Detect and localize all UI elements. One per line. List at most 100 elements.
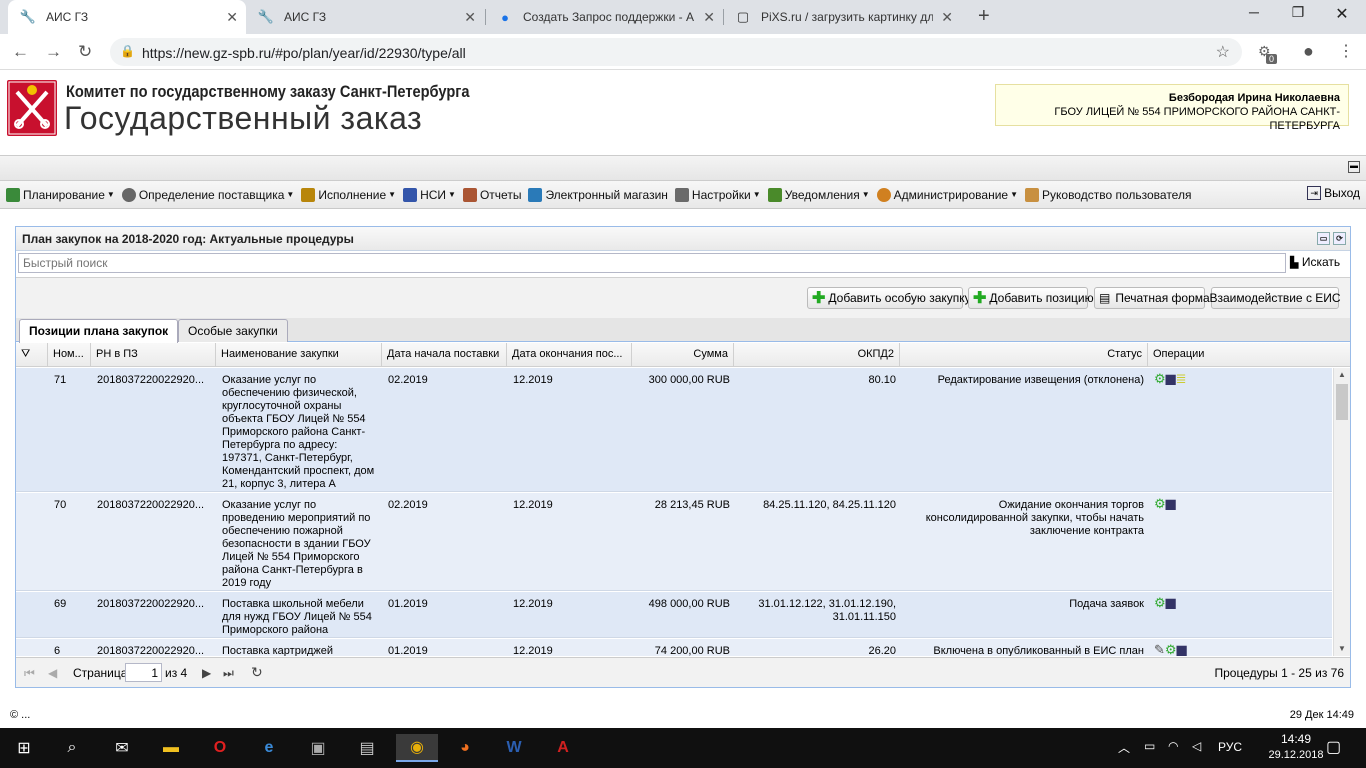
menu-notifications[interactable]: Уведомления ▼ bbox=[767, 187, 870, 202]
mail-icon[interactable]: ✉ bbox=[108, 734, 136, 762]
menu-manual[interactable]: Руководство пользователя bbox=[1025, 187, 1191, 202]
column-header-start[interactable]: Дата начала поставки bbox=[382, 343, 507, 367]
menu-admin[interactable]: Администрирование ▼ bbox=[876, 187, 1018, 202]
close-icon[interactable]: ✕ bbox=[941, 9, 953, 26]
last-page-icon[interactable]: ⏭ bbox=[223, 666, 234, 681]
forward-arrow-icon[interactable]: → bbox=[45, 42, 62, 62]
floppy-icon[interactable]: ▤ bbox=[353, 734, 381, 762]
prev-page-icon[interactable]: ◀ bbox=[48, 666, 57, 680]
url-text[interactable]: https://new.gz-spb.ru/#po/plan/year/id/2… bbox=[142, 45, 466, 61]
menu-reports[interactable]: Отчеты bbox=[462, 187, 521, 202]
word-icon[interactable]: W bbox=[500, 734, 528, 762]
pencil-icon[interactable]: ✎ bbox=[1154, 643, 1165, 656]
menu-execution[interactable]: Исполнение ▼ bbox=[301, 187, 396, 202]
search-icon[interactable]: ⌕ bbox=[58, 734, 86, 762]
account-icon[interactable]: ● bbox=[1303, 41, 1314, 62]
firefox-icon[interactable]: ◕ bbox=[451, 734, 479, 762]
cell-name: Поставка картриджей bbox=[222, 645, 334, 656]
gear-action-icon[interactable]: ⚙ bbox=[1154, 497, 1166, 510]
notifications-icon[interactable]: ▢ bbox=[1326, 737, 1341, 757]
back-arrow-icon[interactable]: ← bbox=[12, 42, 29, 62]
menu-eshop[interactable]: Электронный магазин bbox=[528, 187, 668, 202]
table-row[interactable]: 70 2018037220022920... Оказание услуг по… bbox=[16, 493, 1332, 591]
column-header-okpd[interactable]: ОКПД2 bbox=[734, 343, 900, 367]
omnibox[interactable]: 🔒 https://new.gz-spb.ru/#po/plan/year/id… bbox=[110, 38, 1242, 66]
maximize-panel-icon[interactable]: ▭ bbox=[1317, 232, 1330, 245]
close-icon[interactable]: ✕ bbox=[226, 9, 238, 26]
menu-planning[interactable]: Планирование ▼ bbox=[6, 187, 115, 202]
next-page-icon[interactable]: ▶ bbox=[202, 666, 211, 680]
chart-icon[interactable]: ▆ bbox=[1166, 372, 1176, 385]
star-icon[interactable]: ☆ bbox=[1216, 42, 1230, 62]
grid-scrollbar[interactable]: ▲ ▼ bbox=[1333, 368, 1350, 656]
chart-icon[interactable]: ▆ bbox=[1166, 596, 1176, 609]
pdf-icon[interactable]: A bbox=[549, 734, 577, 762]
chart-icon[interactable]: ▆ bbox=[1177, 643, 1187, 656]
gear-action-icon[interactable]: ⚙ bbox=[1154, 372, 1166, 385]
menu-settings[interactable]: Настройки ▼ bbox=[674, 187, 761, 202]
browser-tab-1[interactable]: 🔧 АИС ГЗ ✕ bbox=[8, 0, 246, 34]
notes-icon[interactable]: ≣ bbox=[1176, 372, 1187, 385]
close-icon[interactable]: ✕ bbox=[703, 9, 715, 26]
gear-action-icon[interactable]: ⚙ bbox=[1154, 596, 1166, 609]
gear-action-icon[interactable]: ⚙ bbox=[1165, 643, 1177, 656]
scroll-down-icon[interactable]: ▼ bbox=[1338, 644, 1346, 653]
refresh-panel-icon[interactable]: ⟳ bbox=[1333, 232, 1346, 245]
exit-button[interactable]: ⇥ Выход bbox=[1307, 186, 1360, 200]
windows-start-icon[interactable]: ⊞ bbox=[10, 734, 38, 762]
volume-icon[interactable]: ◁ bbox=[1192, 739, 1201, 753]
language-indicator[interactable]: РУС bbox=[1218, 740, 1242, 754]
computer-icon[interactable]: ▣ bbox=[304, 734, 332, 762]
tab-plan-positions[interactable]: Позиции плана закупок bbox=[19, 319, 179, 343]
browser-tab-3[interactable]: ● Создать Запрос поддержки - А ✕ bbox=[485, 0, 723, 34]
tab-special-purchases[interactable]: Особые закупки bbox=[178, 319, 288, 342]
add-position-button[interactable]: ✚ Добавить позицию bbox=[968, 287, 1094, 309]
minimize-button[interactable]: ─ bbox=[1234, 4, 1274, 20]
column-header-name[interactable]: Наименование закупки bbox=[216, 343, 382, 367]
page-count: из 4 bbox=[165, 666, 188, 680]
add-special-purchase-button[interactable]: ✚ Добавить особую закупку bbox=[807, 287, 971, 309]
new-tab-button[interactable]: + bbox=[978, 5, 990, 28]
filter-column-header[interactable]: ⛛ bbox=[16, 343, 48, 367]
more-menu-icon[interactable]: ⋮ bbox=[1338, 41, 1354, 61]
refresh-icon[interactable]: ↻ bbox=[251, 664, 263, 681]
first-page-icon[interactable]: ⏮ bbox=[24, 666, 35, 681]
maximize-button[interactable]: ❐ bbox=[1278, 4, 1318, 21]
menu-nsi[interactable]: НСИ ▼ bbox=[403, 187, 456, 202]
tray-time[interactable]: 14:49 bbox=[1266, 732, 1326, 746]
quick-search-input[interactable] bbox=[18, 253, 1286, 273]
eis-interaction-button[interactable]: Взаимодействие с ЕИС bbox=[1209, 287, 1341, 309]
chart-icon[interactable]: ▆ bbox=[1166, 497, 1176, 510]
ie-icon[interactable]: e bbox=[255, 734, 283, 762]
browser-tab-2[interactable]: 🔧 АИС ГЗ ✕ bbox=[246, 0, 484, 34]
grid-body: 71 2018037220022920... Оказание услуг по… bbox=[16, 368, 1332, 656]
opera-icon[interactable]: O bbox=[206, 734, 234, 762]
wifi-icon[interactable]: ◠ bbox=[1168, 739, 1178, 753]
table-row[interactable]: 71 2018037220022920... Оказание услуг по… bbox=[16, 368, 1332, 492]
browser-tab-4[interactable]: ▢ PiXS.ru / загрузить картинку дл ✕ bbox=[723, 0, 961, 34]
search-button[interactable]: ▙ Искать bbox=[1290, 255, 1340, 269]
print-form-button[interactable]: ▤ Печатная форма bbox=[1094, 287, 1210, 309]
chrome-icon[interactable]: ◉ bbox=[396, 734, 438, 762]
column-header-num[interactable]: Ном... bbox=[48, 343, 91, 367]
close-icon[interactable]: ✕ bbox=[464, 9, 476, 26]
window-close-button[interactable]: ✕ bbox=[1322, 4, 1362, 24]
reload-icon[interactable]: ↻ bbox=[78, 42, 92, 62]
cell-okpd: 31.01.12.122, 31.01.12.190, 31.01.11.150 bbox=[758, 598, 896, 623]
network-icon[interactable]: ▭ bbox=[1144, 739, 1155, 753]
column-header-sum[interactable]: Сумма bbox=[632, 343, 734, 367]
tray-chevron-icon[interactable]: ︿ bbox=[1118, 739, 1130, 756]
column-header-end[interactable]: Дата окончания пос... bbox=[507, 343, 632, 367]
table-row[interactable]: 69 2018037220022920... Поставка школьной… bbox=[16, 592, 1332, 638]
folder-icon[interactable]: ▬ bbox=[157, 734, 185, 762]
scroll-thumb[interactable] bbox=[1336, 384, 1348, 420]
column-header-rn[interactable]: РН в ПЗ bbox=[91, 343, 216, 367]
page-number-input[interactable] bbox=[125, 663, 162, 682]
scroll-up-icon[interactable]: ▲ bbox=[1338, 370, 1346, 379]
table-row[interactable]: 6 2018037220022920... Поставка картридже… bbox=[16, 639, 1332, 656]
tray-date[interactable]: 29.12.2018 bbox=[1266, 749, 1326, 761]
collapse-icon[interactable]: ▬ bbox=[1348, 161, 1360, 173]
menu-supplier[interactable]: Определение поставщика ▼ bbox=[121, 187, 294, 202]
column-header-status[interactable]: Статус bbox=[900, 343, 1148, 367]
column-header-operations[interactable]: Операции bbox=[1148, 343, 1350, 367]
